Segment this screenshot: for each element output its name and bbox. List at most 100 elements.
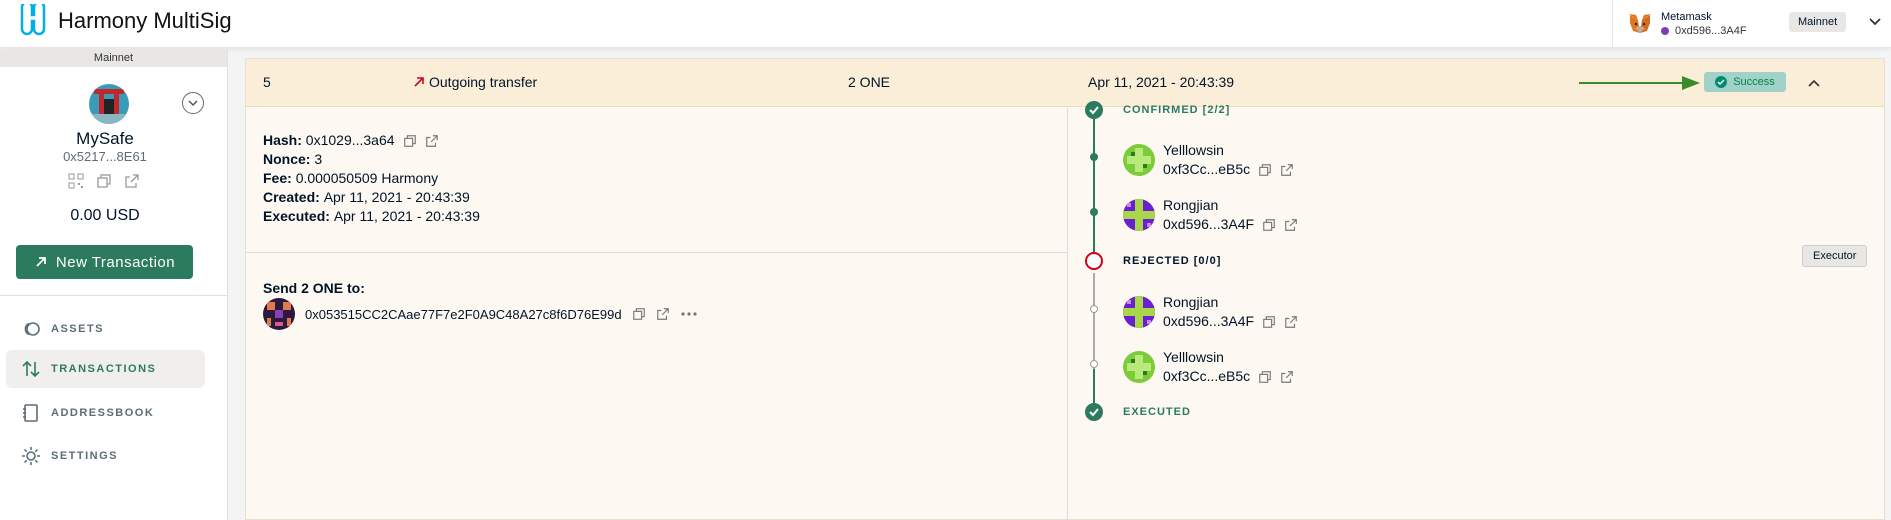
timeline-dot: [1090, 208, 1098, 216]
owner-name: Rongjian: [1163, 197, 1219, 213]
chevron-up-icon[interactable]: [1806, 75, 1822, 91]
copy-icon[interactable]: [1258, 163, 1272, 177]
recipient-avatar: [263, 298, 295, 330]
owner-name: Rongjian: [1163, 294, 1219, 310]
outgoing-arrow-icon: [414, 77, 424, 87]
owner-address: 0xf3Cc...eB5c: [1163, 161, 1251, 177]
tx-details: Hash: 0x1029...3a64 Nonce: 3 Fee: 0.0000…: [263, 131, 480, 226]
external-link-icon[interactable]: [1280, 163, 1294, 177]
arrow-up-right-icon: [36, 257, 46, 267]
sidebar-item-label: ASSETS: [51, 323, 105, 335]
tx-date-cell: Apr 11, 2021 - 20:43:39: [1088, 74, 1235, 90]
safe-avatar: [89, 84, 129, 124]
recipient-address: 0x053515CC2CAae77F7e2F0A9C48A27c8f6D76E9…: [305, 306, 622, 322]
new-transaction-label: New Transaction: [55, 253, 176, 271]
copy-icon[interactable]: [1262, 218, 1276, 232]
external-link-icon[interactable]: [1280, 370, 1294, 384]
owner-row: Yelllowsin 0xf3Cc...eB5c: [1123, 348, 1294, 386]
send-label: Send 2 ONE to:: [263, 280, 365, 296]
confirmed-label: CONFIRMED [2/2]: [1123, 104, 1231, 116]
sidebar-item-label: SETTINGS: [51, 450, 119, 462]
transaction-row-header[interactable]: 5 Outgoing transfer 2 ONE Apr 11, 2021 -…: [246, 59, 1884, 107]
tx-nonce-cell: 5: [263, 74, 271, 90]
sidebar-item-label: ADDRESSBOOK: [51, 407, 155, 419]
status-text: Success: [1733, 76, 1775, 88]
tx-hash: 0x1029...3a64: [305, 132, 395, 148]
metamask-fox-icon: [1629, 13, 1651, 33]
owner-row: Yelllowsin 0xf3Cc...eB5c: [1123, 141, 1294, 179]
owner-avatar: [1123, 144, 1155, 176]
copy-icon[interactable]: [1262, 315, 1276, 329]
executor-badge: Executor: [1802, 245, 1868, 267]
addressbook-icon: [23, 404, 38, 422]
sidebar-item-settings[interactable]: SETTINGS: [6, 437, 205, 475]
status-badge: Success: [1704, 72, 1786, 92]
owner-address: 0xd596...3A4F: [1163, 216, 1255, 232]
rejected-circle-icon: [1085, 252, 1103, 270]
timeline-line: [1093, 119, 1095, 262]
sidebar: Mainnet MySafe 0x5217...8E61 0.00 USD Ne…: [0, 49, 228, 520]
external-link-icon[interactable]: [425, 134, 439, 148]
network-strip: Mainnet: [0, 49, 227, 67]
owner-address: 0xd596...3A4F: [1163, 313, 1255, 329]
top-bar: Harmony MultiSig Metamask 0xd596...3A4F …: [0, 0, 1891, 48]
executed-check-icon: [1085, 403, 1103, 421]
fee-label: Fee:: [263, 170, 292, 186]
qr-code-icon[interactable]: [68, 173, 84, 189]
sidebar-item-transactions[interactable]: TRANSACTIONS: [6, 350, 205, 388]
copy-icon[interactable]: [632, 307, 646, 321]
wallet-provider: Metamask: [1661, 10, 1712, 23]
hash-label: Hash:: [263, 132, 302, 148]
timeline-dot: [1090, 360, 1098, 368]
app-logo[interactable]: Harmony MultiSig: [16, 4, 232, 38]
owner-avatar: [1123, 199, 1155, 231]
owner-row: Rongjian 0xd596...3A4F: [1123, 196, 1298, 234]
copy-icon[interactable]: [403, 134, 417, 148]
settings-icon: [22, 447, 40, 465]
sidebar-divider: [0, 295, 228, 296]
tx-type-cell: Outgoing transfer: [412, 74, 537, 90]
tx-executed: Apr 11, 2021 - 20:43:39: [333, 208, 480, 224]
annotation-arrow: [1579, 82, 1684, 84]
app-name: Harmony MultiSig: [58, 8, 232, 33]
tx-created: Apr 11, 2021 - 20:43:39: [323, 189, 470, 205]
external-link-icon[interactable]: [1284, 218, 1298, 232]
chevron-down-icon: [188, 100, 198, 107]
tx-amount-cell: 2 ONE: [848, 74, 891, 90]
executed-label: Executed:: [263, 208, 330, 224]
sidebar-item-label: TRANSACTIONS: [51, 363, 157, 375]
owner-address: 0xf3Cc...eB5c: [1163, 368, 1251, 384]
sidebar-item-assets[interactable]: ASSETS: [6, 310, 205, 348]
external-link-icon[interactable]: [656, 307, 670, 321]
safe-balance: 0.00 USD: [70, 207, 140, 224]
copy-icon[interactable]: [96, 173, 112, 189]
tx-nonce: 3: [314, 151, 323, 167]
assets-icon: [24, 322, 40, 336]
tx-fee: 0.000050509 Harmony: [295, 170, 439, 186]
nonce-label: Nonce:: [263, 151, 311, 167]
chevron-down-icon[interactable]: [1867, 14, 1883, 30]
owner-name: Yelllowsin: [1163, 142, 1224, 158]
external-link-icon[interactable]: [1284, 315, 1298, 329]
copy-icon[interactable]: [1258, 370, 1272, 384]
network-badge: Mainnet: [1789, 12, 1847, 32]
owner-name: Yelllowsin: [1163, 349, 1224, 365]
panel-divider: [1067, 108, 1068, 520]
more-options-icon[interactable]: [680, 307, 698, 321]
owner-avatar: [1123, 351, 1155, 383]
wallet-panel[interactable]: Metamask 0xd596...3A4F Mainnet: [1612, 0, 1891, 47]
created-label: Created:: [263, 189, 320, 205]
new-transaction-button[interactable]: New Transaction: [16, 245, 193, 279]
safe-list-toggle[interactable]: [182, 92, 204, 114]
check-circle-icon: [1715, 76, 1728, 88]
external-link-icon[interactable]: [124, 173, 140, 189]
tx-type-label: Outgoing transfer: [429, 74, 538, 90]
executed-label: EXECUTED: [1123, 406, 1191, 418]
transaction-panel: 5 Outgoing transfer 2 ONE Apr 11, 2021 -…: [245, 58, 1885, 520]
wallet-address: 0xd596...3A4F: [1675, 24, 1747, 37]
details-divider: [246, 252, 1067, 253]
harmony-logo-icon: [20, 4, 46, 36]
annotation-arrow-head: [1682, 76, 1700, 90]
sidebar-item-addressbook[interactable]: ADDRESSBOOK: [6, 394, 205, 432]
transactions-icon: [22, 360, 40, 378]
